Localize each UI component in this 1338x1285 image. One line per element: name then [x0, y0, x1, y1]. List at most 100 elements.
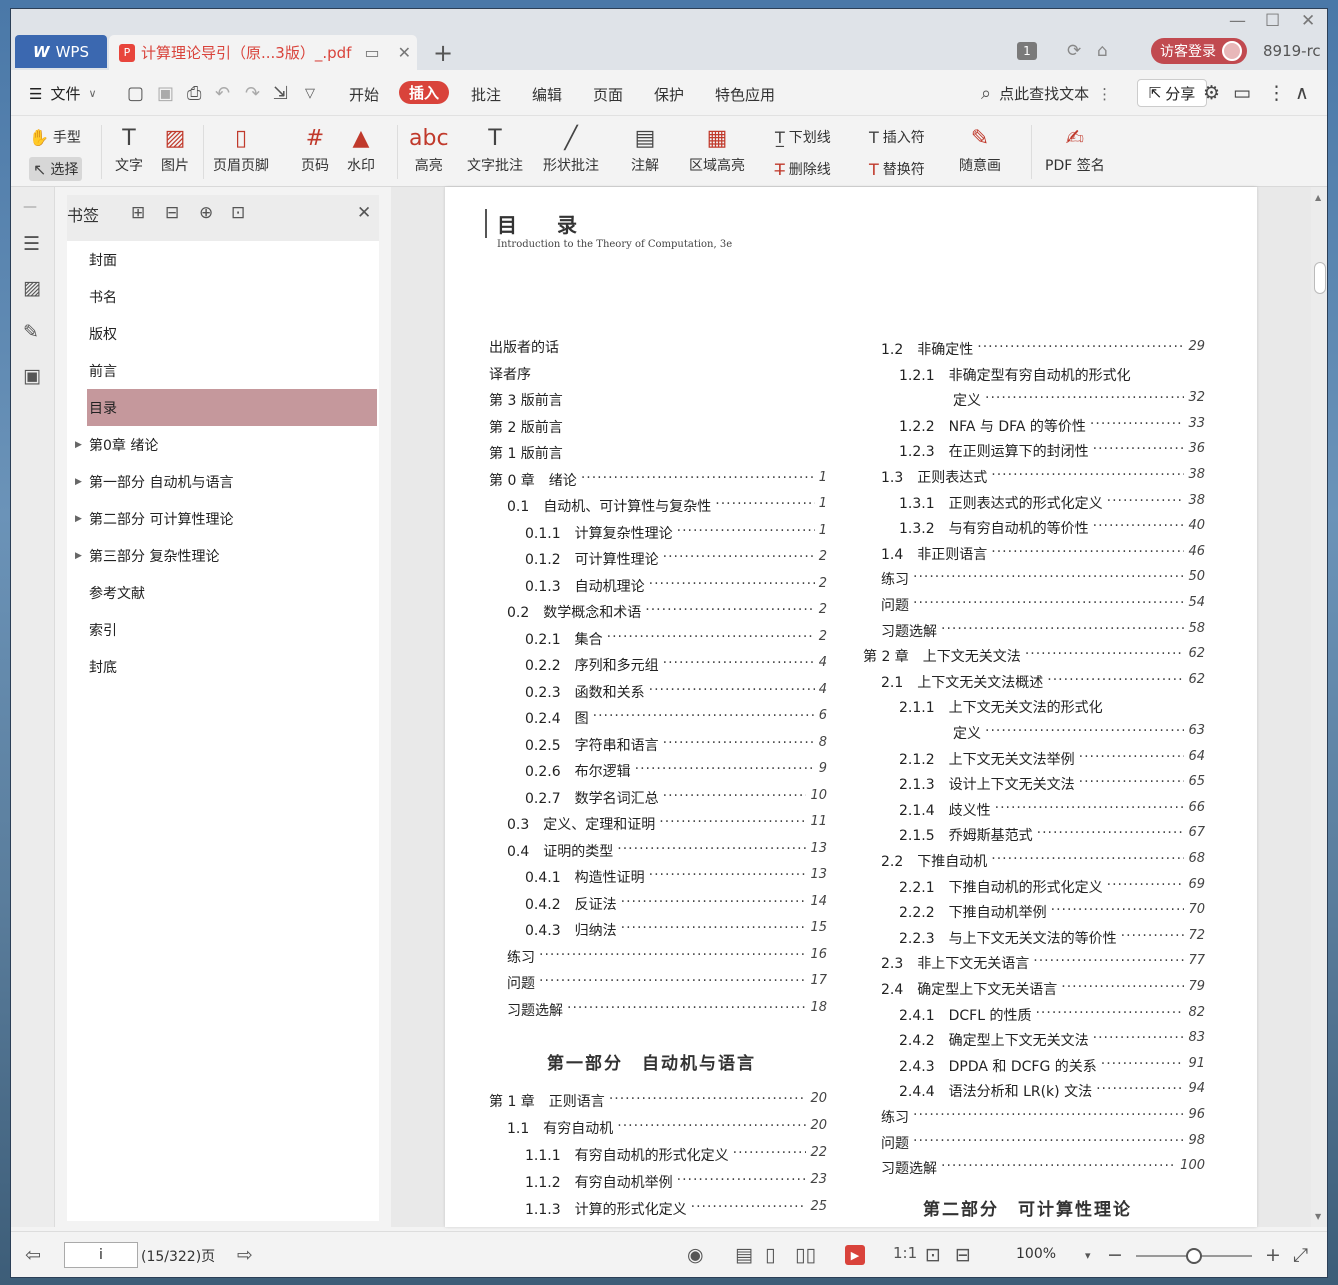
header-footer-tool[interactable]: ▯ 页眉页脚 — [213, 123, 269, 175]
select-tool[interactable]: ↖ 选择 — [29, 157, 83, 181]
bookmark-item[interactable]: 前言 — [67, 352, 379, 389]
eye-protection-icon[interactable]: ◉ — [687, 1244, 704, 1266]
menu-page[interactable]: 页面 — [593, 84, 623, 105]
menu-insert[interactable]: 插入 — [399, 81, 450, 104]
zoom-slider[interactable] — [1136, 1248, 1252, 1264]
bookmark-settings-icon[interactable]: ⊡ — [231, 203, 245, 223]
menu-edit[interactable]: 编辑 — [532, 84, 562, 105]
expand-arrow-icon[interactable]: ▶ — [75, 514, 82, 524]
find-text-button[interactable]: ⌕ 点此查找文本 ⋮ — [981, 83, 1112, 104]
menu-protect[interactable]: 保护 — [654, 84, 684, 105]
bookmark-item[interactable]: ▶ 第三部分 复杂性理论 — [67, 537, 379, 574]
single-page-view-icon[interactable]: ▯ — [765, 1244, 775, 1266]
attachment-icon[interactable]: ▣ — [23, 365, 41, 387]
zoom-level[interactable]: 100% — [1016, 1246, 1056, 1262]
menu-comment[interactable]: 批注 — [471, 84, 501, 105]
expand-bookmark-icon[interactable]: ⊕ — [199, 203, 213, 223]
actual-size-icon[interactable]: 1:1 — [893, 1244, 917, 1262]
tab-close-icon[interactable]: ✕ — [392, 43, 417, 62]
menu-start[interactable]: 开始 — [349, 84, 379, 105]
hand-tool[interactable]: ✋ 手型 — [29, 127, 81, 147]
scroll-up-icon[interactable]: ▲ — [1315, 193, 1321, 202]
continuous-view-icon[interactable]: ▤ — [735, 1244, 753, 1266]
watermark-tool[interactable]: ▲ 水印 — [347, 123, 375, 175]
expand-arrow-icon[interactable]: ▶ — [75, 440, 82, 450]
more-options-icon[interactable]: ⋮ — [1267, 82, 1286, 104]
open-folder-icon[interactable]: ▢ — [127, 83, 144, 104]
document-area[interactable]: 目 录 Introduction to the Theory of Comput… — [391, 187, 1311, 1227]
zoom-slider-knob[interactable] — [1186, 1248, 1202, 1264]
minimize-icon[interactable]: — — [1229, 11, 1246, 31]
save-icon[interactable]: ▣ — [157, 83, 174, 104]
fullscreen-icon[interactable]: ⤢ — [1293, 1244, 1308, 1266]
file-menu[interactable]: ☰ 文件 ∨ — [29, 83, 97, 104]
image-tool[interactable]: ▨ 图片 — [161, 123, 189, 175]
bookmark-item[interactable]: 索引 — [67, 611, 379, 648]
replace-mark-tool[interactable]: T 替换符 — [869, 159, 925, 179]
expand-arrow-icon[interactable]: ▶ — [75, 551, 82, 561]
text-tool[interactable]: T 文字 — [115, 123, 143, 175]
bookmark-item[interactable]: ▶ 第0章 绪论 — [67, 426, 379, 463]
bookmark-item-selected[interactable]: 目录 — [87, 389, 377, 426]
area-highlight-tool[interactable]: ▦ 区域高亮 — [689, 123, 745, 175]
print-icon[interactable]: ⎙ — [187, 83, 201, 104]
bookmark-item[interactable]: 封面 — [67, 241, 379, 278]
collapse-ribbon-icon[interactable]: ∧ — [1295, 82, 1309, 104]
zoom-dropdown-icon[interactable]: ▾ — [1085, 1249, 1091, 1262]
fit-width-icon[interactable]: ⊟ — [955, 1244, 971, 1266]
wps-home-tab[interactable]: W WPS — [15, 35, 107, 68]
zoom-out-icon[interactable]: − — [1107, 1244, 1123, 1266]
bookmark-item[interactable]: ▶ 第一部分 自动机与语言 — [67, 463, 379, 500]
skin-icon[interactable]: ⌂ — [1097, 41, 1108, 61]
scroll-down-icon[interactable]: ▼ — [1315, 1212, 1321, 1221]
close-window-icon[interactable]: ✕ — [1301, 11, 1315, 31]
export-icon[interactable]: ⇲ — [273, 83, 288, 104]
shape-comment-tool[interactable]: ╱ 形状批注 — [543, 123, 599, 175]
zoom-in-icon[interactable]: + — [1265, 1244, 1281, 1266]
redo-icon[interactable]: ↷ — [245, 83, 260, 104]
prev-page-icon[interactable]: ⇦ — [25, 1244, 41, 1266]
maximize-icon[interactable]: ☐ — [1265, 11, 1280, 31]
pdf-sign-tool[interactable]: ✍ PDF 签名 — [1045, 123, 1105, 175]
underline-tool[interactable]: T̲ 下划线 — [775, 127, 831, 147]
two-page-view-icon[interactable]: ▯▯ — [795, 1244, 816, 1266]
bookmark-item[interactable]: ▶ 第二部分 可计算性理论 — [67, 500, 379, 537]
settings-icon[interactable]: ⚙ — [1203, 82, 1220, 104]
tab-monitor-icon[interactable]: ▭ — [358, 43, 385, 62]
page-number-tool[interactable]: # 页码 — [301, 123, 329, 175]
bookmark-list-icon[interactable]: ☰ — [23, 233, 40, 255]
scrollbar-thumb[interactable] — [1314, 262, 1326, 294]
strikethrough-tool[interactable]: T̶ 删除线 — [775, 159, 831, 179]
undo-icon[interactable]: ↶ — [215, 83, 230, 104]
sync-icon[interactable]: ⟳ — [1067, 41, 1081, 61]
window-count-badge[interactable]: 1 — [1017, 42, 1037, 60]
annotation-list-icon[interactable]: ✎ — [23, 321, 39, 343]
expand-arrow-icon[interactable]: ▶ — [75, 477, 82, 487]
message-icon[interactable]: ▭ — [1233, 82, 1251, 104]
highlight-tool[interactable]: abc 高亮 — [409, 123, 449, 175]
document-tab[interactable]: P 计算理论导引（原...3版）_.pdf ▭ ✕ — [109, 35, 417, 70]
add-bookmark-icon[interactable]: ⊞ — [131, 203, 145, 223]
vertical-scrollbar[interactable]: ▲ ▼ — [1311, 187, 1327, 1227]
visitor-login-button[interactable]: 访客登录 — [1151, 38, 1247, 64]
bookmark-item[interactable]: 书名 — [67, 278, 379, 315]
page-number-input[interactable]: i — [64, 1242, 138, 1268]
bookmark-item[interactable]: 封底 — [67, 648, 379, 685]
customize-dropdown-icon[interactable]: ▽ — [305, 86, 315, 101]
play-slideshow-icon[interactable]: ▶ — [845, 1245, 865, 1265]
toc-page-number: 10 — [810, 787, 827, 803]
thumbnail-icon[interactable]: ▨ — [23, 277, 41, 299]
share-button[interactable]: ⇱ 分享 — [1137, 79, 1207, 107]
annotation-tool[interactable]: ▤ 注解 — [631, 123, 659, 175]
menu-special[interactable]: 特色应用 — [715, 84, 775, 105]
insert-mark-tool[interactable]: T 插入符 — [869, 127, 925, 147]
freehand-tool[interactable]: ✎ 随意画 — [959, 123, 1001, 175]
new-tab-button[interactable]: + — [433, 39, 453, 67]
bookmark-item[interactable]: 参考文献 — [67, 574, 379, 611]
next-page-icon[interactable]: ⇨ — [237, 1244, 253, 1266]
fit-page-icon[interactable]: ⊡ — [925, 1244, 941, 1266]
add-child-bookmark-icon[interactable]: ⊟ — [165, 203, 179, 223]
text-comment-tool[interactable]: T 文字批注 — [467, 123, 523, 175]
close-panel-icon[interactable]: ✕ — [357, 203, 371, 223]
bookmark-item[interactable]: 版权 — [67, 315, 379, 352]
